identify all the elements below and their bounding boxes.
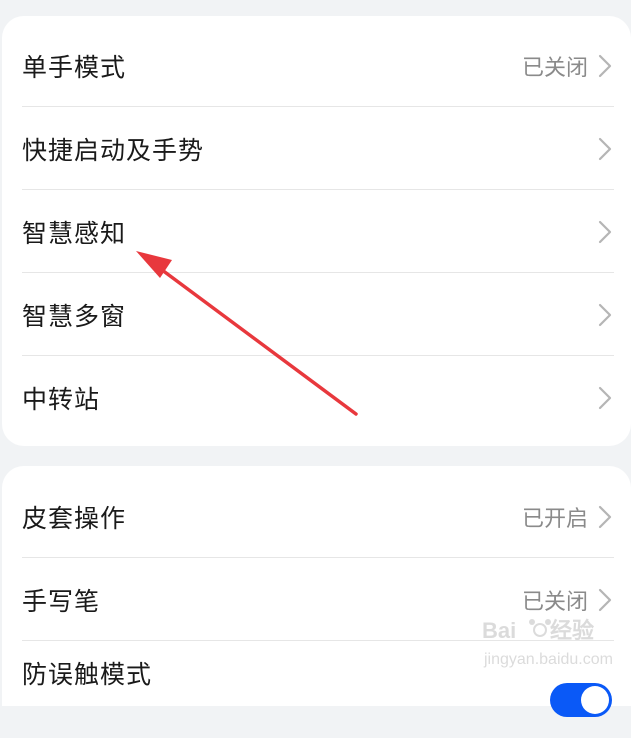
setting-row-cover-operation[interactable]: 皮套操作 已开启	[22, 475, 612, 558]
toggle-knob	[581, 686, 609, 714]
setting-label: 手写笔	[22, 586, 101, 616]
settings-group-2: 皮套操作 已开启 手写笔 已关闭 防误触模式	[2, 466, 631, 717]
setting-right	[588, 220, 612, 244]
setting-row-accidental-touch[interactable]: 防误触模式	[22, 641, 612, 738]
chevron-right-icon	[598, 220, 612, 243]
settings-group-1: 单手模式 已关闭 快捷启动及手势 智慧感知 智慧多窗 中转站	[2, 16, 631, 446]
setting-right	[588, 303, 612, 327]
chevron-right-icon	[598, 54, 612, 77]
setting-label: 智慧感知	[22, 218, 127, 248]
chevron-right-icon	[598, 588, 612, 611]
setting-label: 防误触模式	[22, 660, 153, 689]
setting-status: 已关闭	[521, 55, 588, 81]
chevron-right-icon	[598, 505, 612, 528]
setting-row-shortcut-gestures[interactable]: 快捷启动及手势	[22, 107, 612, 190]
chevron-right-icon	[598, 137, 612, 160]
chevron-right-icon	[598, 386, 612, 409]
setting-status: 已关闭	[521, 589, 588, 615]
setting-row-transfer-station[interactable]: 中转站	[22, 356, 612, 439]
setting-right: 已关闭	[522, 584, 612, 616]
setting-label: 单手模式	[22, 52, 127, 82]
chevron-right-icon	[598, 303, 612, 326]
setting-right	[588, 386, 612, 410]
setting-right	[588, 137, 612, 161]
setting-row-one-hand-mode[interactable]: 单手模式 已关闭	[22, 24, 612, 107]
setting-row-smart-multiwindow[interactable]: 智慧多窗	[22, 273, 612, 356]
setting-right: 已关闭	[522, 50, 612, 82]
setting-label: 皮套操作	[22, 503, 127, 533]
setting-row-stylus[interactable]: 手写笔 已关闭	[22, 558, 612, 641]
setting-status: 已开启	[521, 506, 588, 532]
setting-label: 智慧多窗	[22, 301, 127, 331]
setting-right: 已开启	[522, 501, 612, 533]
setting-label: 快捷启动及手势	[22, 135, 205, 165]
setting-row-smart-sensing[interactable]: 智慧感知	[22, 190, 612, 273]
setting-label: 中转站	[22, 384, 101, 414]
accidental-touch-toggle[interactable]	[550, 683, 612, 717]
